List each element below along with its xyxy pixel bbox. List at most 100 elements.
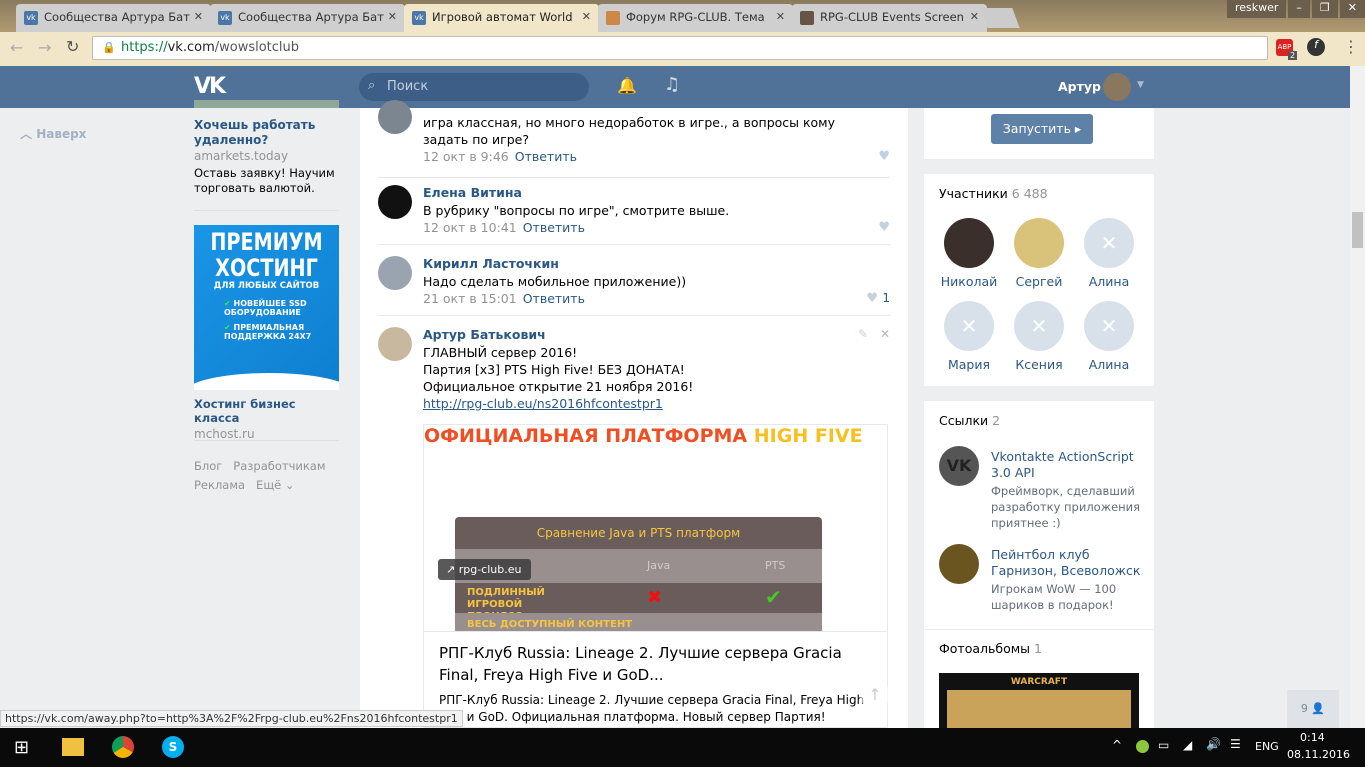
footer-link-ads[interactable]: Реклама: [194, 478, 245, 492]
back-icon[interactable]: ←: [10, 38, 23, 57]
post-link[interactable]: http://rpg-club.eu/ns2016hfcontestpr1: [423, 395, 663, 412]
members-title[interactable]: Участники: [939, 186, 1008, 201]
window-controls: reskwer – ❐ ✕: [1226, 0, 1365, 18]
notifications-bell-icon[interactable]: 🔔: [617, 76, 637, 95]
link-description: Игрокам WoW — 100 шариков в подарок!: [991, 582, 1117, 612]
maximize-button[interactable]: ❐: [1311, 0, 1338, 18]
albums-count: 1: [1034, 641, 1042, 656]
windows-start-icon[interactable]: ⊞: [14, 737, 29, 758]
profile-name[interactable]: reskwer: [1226, 0, 1287, 18]
footer-link-developers[interactable]: Разработчикам: [233, 459, 325, 473]
browser-tab[interactable]: Форум RPG-CLUB. Тема ✕: [598, 4, 793, 32]
clock-date[interactable]: 08.11.2016: [1287, 748, 1350, 761]
wifi-icon[interactable]: ◢: [1183, 738, 1192, 752]
menu-icon[interactable]: ⋮: [1343, 37, 1359, 56]
albums-title[interactable]: Фотоальбомы: [939, 641, 1030, 656]
delete-icon[interactable]: ✕: [880, 327, 890, 341]
links-title[interactable]: Ссылки: [939, 413, 988, 428]
footer-link-blog[interactable]: Блог: [194, 459, 222, 473]
ad-title[interactable]: Хостинг бизнес класса: [194, 397, 339, 425]
close-tab-icon[interactable]: ✕: [194, 10, 203, 23]
chevron-up-icon[interactable]: ^: [1112, 738, 1122, 752]
browser-tab[interactable]: vk Сообщества Артура Бат ✕: [210, 4, 405, 32]
like-heart-icon[interactable]: ♥: [878, 149, 890, 164]
link-title[interactable]: Vkontakte ActionScript 3.0 API: [991, 449, 1141, 481]
clock-time[interactable]: 0:14: [1300, 731, 1325, 744]
user-avatar[interactable]: [1103, 73, 1131, 101]
like-heart-icon[interactable]: ♥: [866, 291, 878, 306]
attachment-title[interactable]: РПГ-Клуб Russia: Lineage 2. Лучшие серве…: [439, 642, 872, 686]
member-item[interactable]: ✕ Алина: [1079, 301, 1139, 372]
footer-link-more[interactable]: Ещё: [256, 478, 281, 492]
ad-block[interactable]: Хочешь работать удаленно? amarkets.today…: [194, 118, 339, 196]
link-avatar[interactable]: [939, 544, 979, 584]
scroll-up-arrow-icon[interactable]: ↑: [860, 680, 890, 710]
browser-tab[interactable]: RPG-CLUB Events Screen ✕: [792, 4, 987, 32]
comment-author[interactable]: Елена Витина: [423, 185, 522, 200]
domain-badge[interactable]: ↗ rpg-club.eu: [438, 559, 532, 580]
attachment-image[interactable]: ОФИЦИАЛЬНАЯ ПЛАТФОРМА HIGH FIVE Сравнени…: [424, 425, 887, 637]
edit-pencil-icon[interactable]: ✎: [858, 327, 868, 341]
search-icon: ⌕: [368, 78, 376, 93]
member-item[interactable]: Николай: [939, 218, 999, 289]
browser-tab[interactable]: vk Сообщества Артура Бат ✕: [16, 4, 211, 32]
avatar[interactable]: [378, 100, 412, 134]
album-thumbnail[interactable]: WARCRAFT: [939, 673, 1139, 728]
member-item[interactable]: Сергей: [1009, 218, 1069, 289]
ad-domain: mchost.ru: [194, 427, 255, 441]
notifications-icon[interactable]: ☰: [1230, 737, 1241, 751]
browser-tab-active[interactable]: vk Игровой автомат World ✕: [404, 4, 599, 32]
scroll-to-top-button[interactable]: ︿ Наверх: [20, 125, 86, 142]
close-window-button[interactable]: ✕: [1339, 0, 1365, 18]
vk-logo[interactable]: VK: [194, 74, 226, 99]
footer-links: Блог Разработчикам Реклама Ещё ⌄: [194, 457, 344, 495]
scrollbar[interactable]: [1350, 66, 1365, 728]
ad-block[interactable]: Хостинг бизнес класса mchost.ru: [194, 397, 339, 441]
avatar[interactable]: [378, 256, 412, 290]
extension-icon[interactable]: f: [1307, 38, 1325, 56]
file-explorer-icon[interactable]: [62, 738, 84, 756]
reply-link[interactable]: Ответить: [515, 149, 577, 164]
battery-icon[interactable]: ▭: [1158, 738, 1169, 752]
search-input[interactable]: ⌕ Поиск: [359, 73, 589, 101]
close-tab-icon[interactable]: ✕: [776, 10, 785, 23]
like-heart-icon[interactable]: ♥: [878, 220, 890, 235]
close-tab-icon[interactable]: ✕: [970, 10, 979, 23]
member-item[interactable]: ✕ Алина: [1079, 218, 1139, 289]
ad-image[interactable]: [194, 100, 339, 108]
skype-icon[interactable]: S: [162, 736, 184, 758]
forward-icon[interactable]: →: [38, 38, 51, 57]
comment-time[interactable]: 21 окт в 15:01: [423, 291, 517, 306]
language-indicator[interactable]: ENG: [1255, 740, 1279, 753]
online-friends-button[interactable]: 9 👤: [1287, 690, 1339, 728]
link-attachment[interactable]: ОФИЦИАЛЬНАЯ ПЛАТФОРМА HIGH FIVE Сравнени…: [423, 424, 888, 728]
comment-author[interactable]: Кирилл Ласточкин: [423, 256, 559, 271]
close-tab-icon[interactable]: ✕: [388, 10, 397, 23]
avatar[interactable]: [378, 185, 412, 219]
avatar[interactable]: [378, 327, 412, 361]
reply-link[interactable]: Ответить: [523, 220, 585, 235]
ad-banner-image[interactable]: ПРЕМИУМ ХОСТИНГ ДЛЯ ЛЮБЫХ САЙТОВ ✔ НОВЕЙ…: [194, 225, 339, 390]
chrome-icon[interactable]: [112, 736, 134, 758]
reply-link[interactable]: Ответить: [523, 291, 585, 306]
chevron-down-icon[interactable]: ▼: [1137, 80, 1144, 90]
volume-icon[interactable]: 🔊: [1206, 737, 1221, 751]
scrollbar-thumb[interactable]: [1352, 212, 1363, 248]
music-icon[interactable]: ♫: [664, 74, 680, 95]
tray-app-icon[interactable]: [1136, 740, 1149, 753]
reload-icon[interactable]: ↻: [66, 37, 79, 56]
member-item[interactable]: ✕ Ксения: [1009, 301, 1069, 372]
address-bar[interactable]: 🔒 https://vk.com/wowslotclub: [92, 36, 1268, 60]
new-tab-button[interactable]: [980, 8, 1020, 28]
comment-time[interactable]: 12 окт в 9:46: [423, 149, 509, 164]
link-avatar[interactable]: VK: [939, 446, 979, 486]
member-item[interactable]: ✕ Мария: [939, 301, 999, 372]
launch-button[interactable]: Запустить ▸: [991, 114, 1093, 144]
link-title[interactable]: Пейнтбол клуб Гарнизон, Всеволожск: [991, 547, 1151, 579]
user-name[interactable]: Артур: [1058, 79, 1101, 94]
comment-time[interactable]: 12 окт в 10:41: [423, 220, 517, 235]
minimize-button[interactable]: –: [1288, 0, 1310, 18]
close-tab-icon[interactable]: ✕: [582, 10, 591, 23]
comment-author[interactable]: Артур Батькович: [423, 327, 546, 342]
ad-title[interactable]: Хочешь работать удаленно?: [194, 118, 339, 148]
